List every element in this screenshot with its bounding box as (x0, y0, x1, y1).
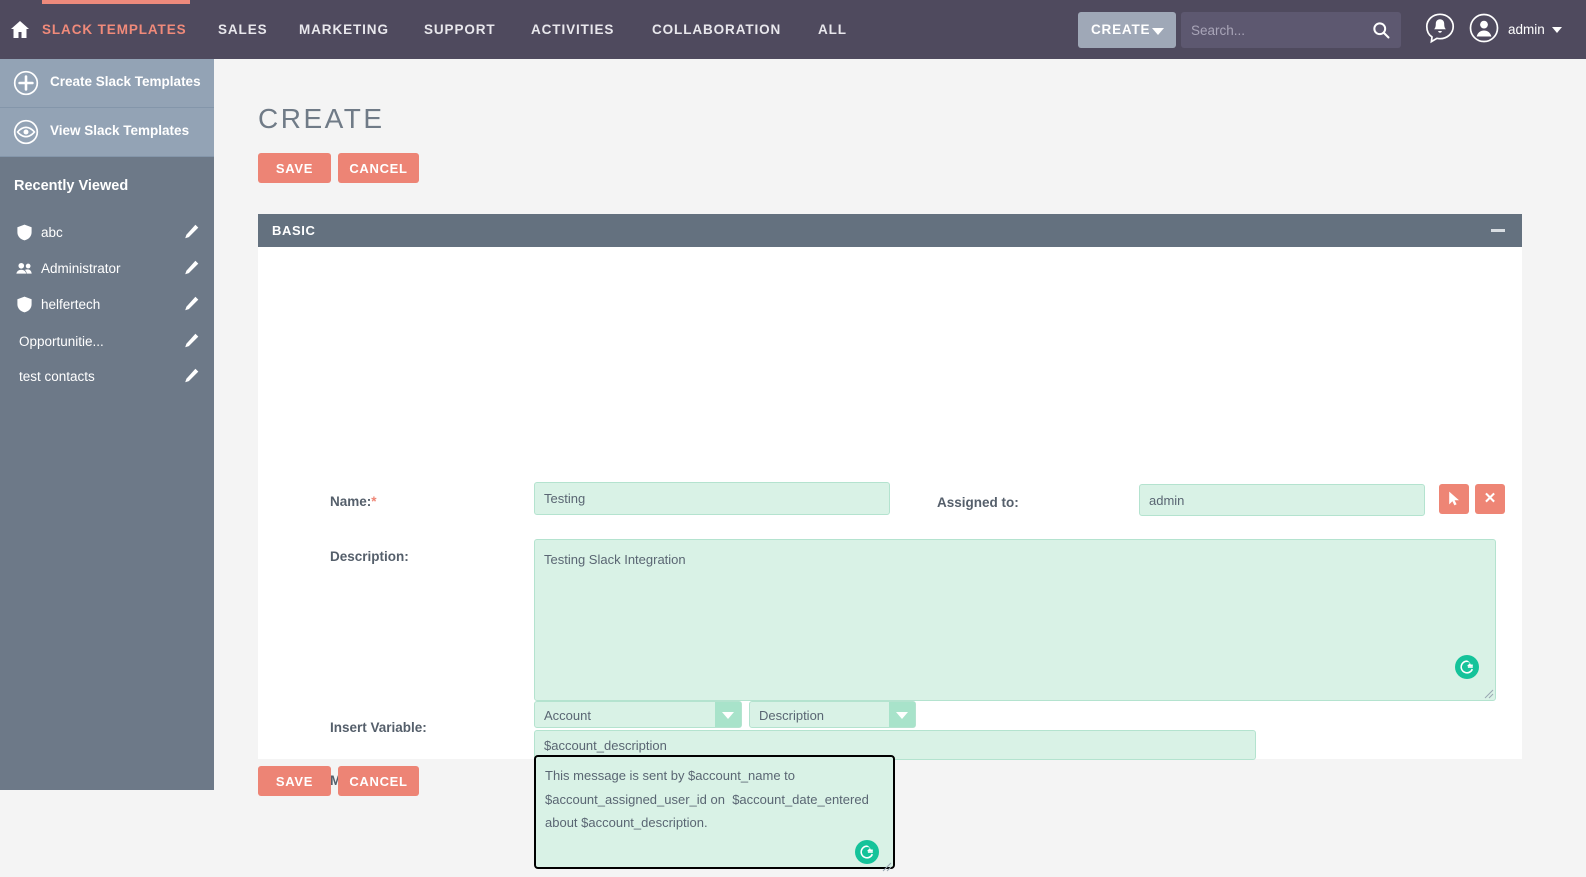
variable-module-select[interactable]: Account (534, 701, 742, 728)
cancel-button-bottom[interactable]: CANCEL (338, 766, 419, 796)
nav-link-sales[interactable]: SALES (218, 22, 268, 37)
create-button[interactable]: CREATE (1078, 12, 1176, 48)
basic-panel-title: BASIC (272, 223, 316, 238)
sidebar-item-view-slack-templates[interactable]: View Slack Templates (0, 108, 214, 157)
sidebar-item-create-slack-templates[interactable]: Create Slack Templates (0, 59, 214, 108)
sidebar: Create Slack Templates View Slack Templa… (0, 59, 214, 790)
list-item[interactable]: helfertech (0, 288, 214, 324)
create-button-label: CREATE (1091, 22, 1151, 37)
search-icon[interactable] (1371, 20, 1391, 40)
sidebar-item-label: View Slack Templates (50, 123, 190, 138)
chevron-down-icon (715, 702, 741, 727)
variable-module-value: Account (544, 708, 591, 723)
nav-link-collaboration[interactable]: COLLABORATION (652, 22, 781, 37)
assigned-to-clear-button[interactable]: ✕ (1475, 484, 1505, 514)
close-x-icon: ✕ (1483, 490, 1497, 507)
user-name-label[interactable]: admin (1508, 22, 1545, 37)
list-item-label: Administrator (41, 261, 121, 276)
save-button-top[interactable]: SAVE (258, 153, 331, 183)
nav-link-marketing[interactable]: MARKETING (299, 22, 389, 37)
name-label: Name:* (330, 494, 377, 509)
basic-panel-header[interactable]: BASIC (258, 214, 1522, 247)
variable-field-select[interactable]: Description (749, 701, 916, 728)
variable-field-value: Description (759, 708, 825, 723)
shield-icon (16, 224, 33, 241)
plus-circle-icon (13, 70, 39, 96)
user-avatar-icon[interactable] (1468, 12, 1500, 44)
nav-link-all[interactable]: ALL (818, 22, 847, 37)
eye-icon (13, 119, 39, 145)
chevron-down-icon (1152, 28, 1164, 35)
bell-notification-icon[interactable] (1424, 12, 1456, 44)
edit-pencil-icon[interactable] (184, 296, 199, 311)
chevron-down-icon[interactable] (1552, 27, 1562, 33)
list-item[interactable]: abc (0, 216, 214, 252)
minus-icon[interactable] (1491, 229, 1505, 232)
name-label-text: Name: (330, 494, 372, 509)
cancel-button-top[interactable]: CANCEL (338, 153, 419, 183)
basic-panel: BASIC Name:* Assigned to: ✕ Description:… (258, 214, 1522, 872)
chevron-down-icon (889, 702, 915, 727)
shield-icon (16, 296, 33, 313)
list-item[interactable]: test contacts (0, 360, 214, 396)
list-item-label: test contacts (19, 369, 95, 384)
grammarly-icon[interactable] (1455, 655, 1479, 679)
sidebar-item-label: Create Slack Templates (50, 74, 201, 89)
assigned-to-select-button[interactable] (1439, 484, 1469, 514)
nav-link-activities[interactable]: ACTIVITIES (531, 22, 614, 37)
description-textarea[interactable]: Testing Slack Integration (534, 539, 1496, 701)
name-input[interactable] (534, 482, 890, 515)
users-icon (16, 260, 33, 277)
edit-pencil-icon[interactable] (184, 260, 199, 275)
description-label: Description: (330, 549, 409, 564)
list-item-label: Opportunitie... (19, 334, 104, 349)
resize-handle[interactable] (1484, 686, 1494, 699)
edit-pencil-icon[interactable] (184, 368, 199, 383)
list-item[interactable]: Opportunitie... (0, 325, 214, 361)
resize-handle[interactable] (882, 859, 892, 872)
search-input[interactable] (1191, 12, 1356, 48)
list-item-label: helfertech (41, 297, 101, 312)
list-item[interactable]: Administrator (0, 252, 214, 288)
insert-variable-label: Insert Variable: (330, 720, 427, 735)
grammarly-icon[interactable] (855, 840, 879, 864)
page-title: CREATE (258, 103, 385, 134)
assigned-to-label: Assigned to: (937, 495, 1019, 510)
main-content: CREATE SAVE CANCEL BASIC Name:* Assigned… (214, 59, 1586, 872)
home-icon[interactable] (8, 18, 32, 42)
edit-pencil-icon[interactable] (184, 224, 199, 239)
assigned-to-input[interactable] (1139, 484, 1425, 516)
list-item-label: abc (41, 225, 63, 240)
edit-pencil-icon[interactable] (184, 333, 199, 348)
recently-viewed-title: Recently Viewed (14, 178, 129, 194)
search-box[interactable] (1181, 12, 1401, 48)
nav-link-slack-templates[interactable]: SLACK TEMPLATES (42, 22, 187, 37)
top-navbar: SLACK TEMPLATES SALES MARKETING SUPPORT … (0, 0, 1586, 59)
nav-link-support[interactable]: SUPPORT (424, 22, 496, 37)
required-marker: * (371, 494, 377, 509)
active-tab-indicator (42, 0, 190, 4)
save-button-bottom[interactable]: SAVE (258, 766, 331, 796)
message-textarea[interactable]: This message is sent by $account_name to… (534, 755, 895, 869)
